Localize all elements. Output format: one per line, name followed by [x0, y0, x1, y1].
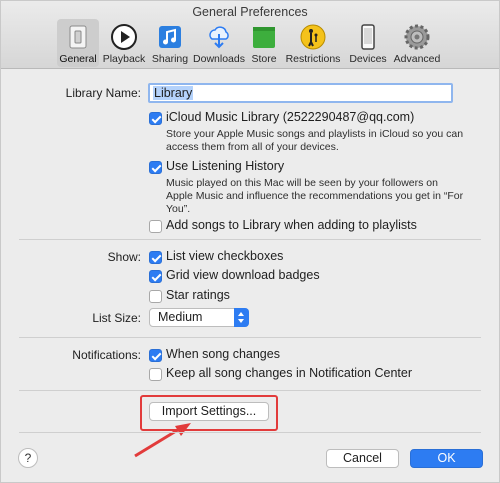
tab-playback[interactable]: Playback: [101, 19, 147, 67]
grid-view-badges-label: Grid view download badges: [166, 268, 320, 282]
tab-playback-label: Playback: [102, 53, 146, 65]
icloud-label: iCloud Music Library (2522290487@qq.com): [166, 110, 415, 124]
list-view-checkboxes-checkbox[interactable]: [149, 251, 162, 264]
when-song-changes-checkbox[interactable]: [149, 349, 162, 362]
tab-devices[interactable]: Devices: [345, 19, 391, 67]
phone-icon: [361, 24, 375, 50]
tab-general[interactable]: General: [57, 19, 99, 67]
tab-downloads-label: Downloads: [193, 53, 245, 65]
tab-sharing-label: Sharing: [151, 53, 189, 65]
help-button[interactable]: ?: [18, 448, 38, 468]
tab-general-label: General: [59, 53, 97, 65]
divider: [19, 432, 481, 433]
tab-advanced-label: Advanced: [393, 53, 441, 65]
annotation-arrow-icon: [134, 423, 191, 458]
tab-store[interactable]: Store: [247, 19, 281, 67]
list-size-popup[interactable]: Medium: [149, 308, 249, 327]
notifications-label: Notifications:: [72, 348, 141, 362]
cloud-download-icon: [209, 26, 229, 49]
star-ratings-checkbox[interactable]: [149, 290, 162, 303]
switch-icon: [69, 25, 87, 49]
icloud-checkbox[interactable]: [149, 112, 162, 125]
divider: [19, 239, 481, 240]
play-icon: [111, 24, 137, 50]
add-songs-checkbox[interactable]: [149, 220, 162, 233]
listening-history-description: Music played on this Mac will be seen by…: [166, 177, 464, 215]
tab-devices-label: Devices: [349, 53, 387, 65]
star-ratings-label: Star ratings: [166, 288, 230, 302]
chevron-updown-icon: [234, 308, 249, 327]
divider: [19, 337, 481, 338]
when-song-changes-label: When song changes: [166, 347, 280, 361]
grid-view-badges-checkbox[interactable]: [149, 270, 162, 283]
keep-changes-checkbox[interactable]: [149, 368, 162, 381]
show-label: Show:: [107, 250, 141, 264]
store-icon: [253, 27, 275, 48]
keep-changes-label: Keep all song changes in Notification Ce…: [166, 366, 412, 380]
list-size-value: Medium: [158, 310, 203, 324]
title-bar: General Preferences General Playback Sha…: [1, 1, 499, 69]
icloud-description: Store your Apple Music songs and playlis…: [166, 128, 464, 153]
tab-store-label: Store: [251, 53, 277, 65]
cancel-button[interactable]: Cancel: [326, 449, 399, 468]
library-name-field[interactable]: Library: [148, 83, 453, 103]
ok-button[interactable]: OK: [410, 449, 483, 468]
tab-advanced[interactable]: Advanced: [393, 19, 441, 67]
parental-icon: [300, 24, 326, 50]
listening-history-label: Use Listening History: [166, 159, 285, 173]
library-name-value: Library: [153, 86, 194, 100]
list-view-checkboxes-label: List view checkboxes: [166, 249, 284, 263]
list-size-label: List Size:: [92, 311, 141, 325]
preferences-content: Library Name: Library iCloud Music Libra…: [1, 70, 499, 430]
music-note-icon: [159, 26, 181, 48]
gear-icon: [404, 24, 430, 50]
divider: [19, 390, 481, 391]
tab-restrictions[interactable]: Restrictions: [283, 19, 343, 67]
library-name-label: Library Name:: [65, 86, 141, 100]
window-title: General Preferences: [192, 5, 308, 19]
tab-restrictions-label: Restrictions: [285, 53, 341, 65]
tab-downloads[interactable]: Downloads: [193, 19, 245, 67]
preferences-window: General Preferences General Playback Sha…: [0, 0, 500, 483]
listening-history-checkbox[interactable]: [149, 161, 162, 174]
tab-sharing[interactable]: Sharing: [149, 19, 191, 67]
add-songs-label: Add songs to Library when adding to play…: [166, 218, 417, 232]
